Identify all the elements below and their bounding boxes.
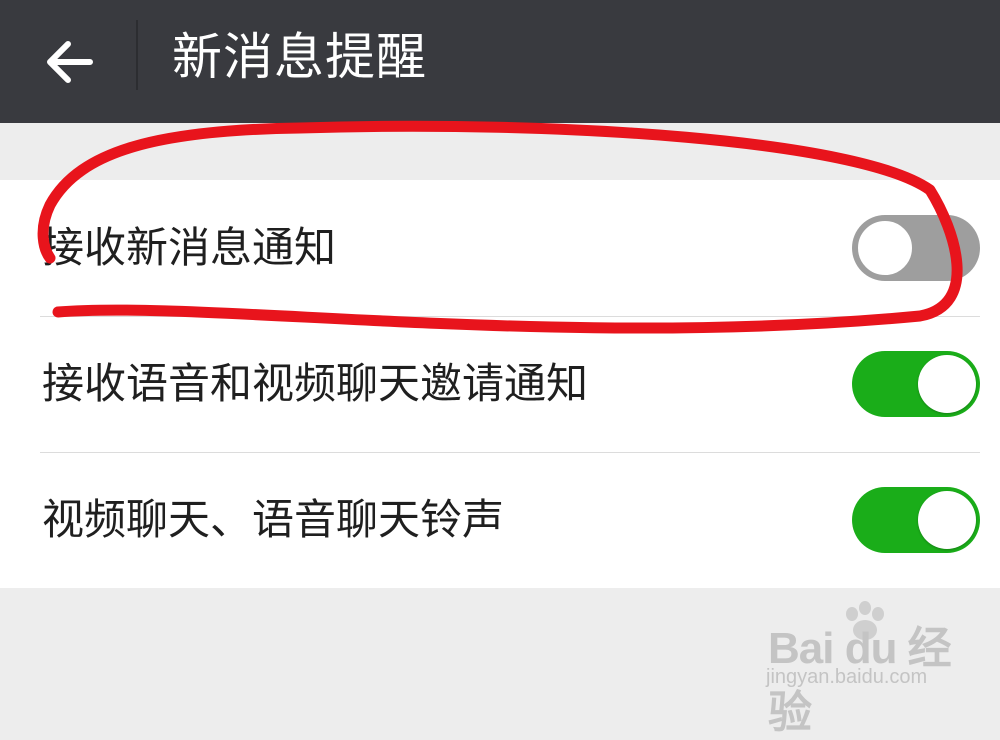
watermark-url: jingyan.baidu.com (766, 666, 928, 688)
setting-row-new-message[interactable]: 接收新消息通知 (0, 180, 1000, 316)
new-message-toggle[interactable] (852, 215, 980, 281)
settings-list: 接收新消息通知 接收语音和视频聊天邀请通知 视频聊天、语音聊天铃声 (0, 180, 1000, 588)
page-title: 新消息提醒 (172, 28, 427, 86)
setting-label: 接收语音和视频聊天邀请通知 (42, 359, 589, 408)
setting-row-call-invite[interactable]: 接收语音和视频聊天邀请通知 (0, 316, 1000, 452)
setting-row-ringtone[interactable]: 视频聊天、语音聊天铃声 (0, 452, 1000, 588)
toggle-knob (918, 355, 976, 413)
top-bar: 新消息提醒 (0, 0, 1000, 123)
back-button[interactable] (30, 22, 110, 102)
toggle-knob (856, 219, 914, 277)
ringtone-toggle[interactable] (852, 487, 980, 553)
setting-label: 视频聊天、语音聊天铃声 (42, 495, 505, 544)
arrow-left-icon (47, 41, 93, 83)
baidu-watermark: Bai du 经验 jingyan.baidu.com (760, 600, 980, 737)
toggle-knob (918, 491, 976, 549)
call-invite-toggle[interactable] (852, 351, 980, 417)
header-divider (136, 20, 138, 90)
setting-label: 接收新消息通知 (42, 223, 337, 272)
